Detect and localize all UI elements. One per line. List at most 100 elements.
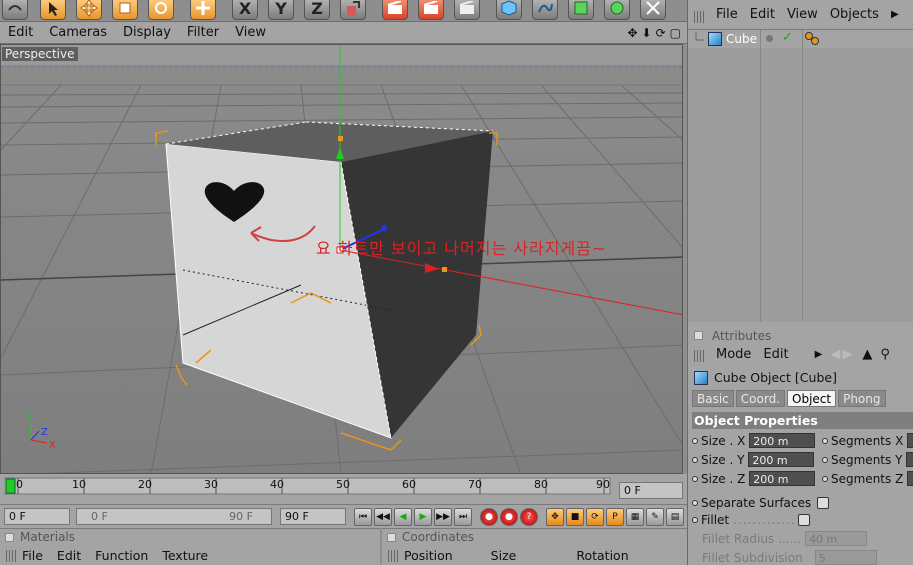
render-view-button[interactable] <box>382 0 408 20</box>
materials-title-bar: Materials <box>0 529 380 546</box>
viewport-menu-display[interactable]: Display <box>115 25 179 40</box>
om-menu-objects[interactable]: Objects <box>824 7 885 22</box>
dolly-icon[interactable]: ⬇ <box>642 26 652 40</box>
pan-icon[interactable]: ✥ <box>627 26 637 40</box>
tab-object[interactable]: Object <box>787 390 837 407</box>
cube-primitive-button[interactable] <box>496 0 522 20</box>
key-position-button[interactable]: ✥ <box>546 508 564 526</box>
current-frame-field[interactable]: 0 F <box>619 482 683 499</box>
go-to-start-button[interactable]: ⏮ <box>354 508 372 526</box>
autokey-button[interactable]: ● <box>500 508 518 526</box>
object-manager-menubar: File Edit View Objects ▶ <box>688 0 913 30</box>
fillet-radius-field[interactable]: 40 m <box>805 531 868 546</box>
deformer-button[interactable] <box>640 0 666 20</box>
om-menu-view[interactable]: View <box>781 7 824 22</box>
key-scale-button[interactable]: ■ <box>566 508 584 526</box>
tick-20: 20 <box>138 478 152 491</box>
materials-menu-texture[interactable]: Texture <box>162 546 208 565</box>
select-tool-button[interactable] <box>40 0 66 20</box>
materials-panel: Materials File Edit Function Texture <box>0 528 380 565</box>
next-key-button[interactable]: ▶▶ <box>434 508 452 526</box>
forward-arrow-icon[interactable]: ▶ <box>842 347 852 362</box>
undo-button[interactable] <box>2 0 28 20</box>
om-menu-file[interactable]: File <box>710 7 744 22</box>
animate-dot-icon[interactable] <box>692 437 698 444</box>
materials-menu-edit[interactable]: Edit <box>57 546 81 565</box>
back-arrow-icon[interactable]: ◀ <box>830 347 840 362</box>
go-to-end-button[interactable]: ⏭ <box>454 508 472 526</box>
end-frame-field[interactable]: 90 F <box>280 508 346 525</box>
animate-dot-icon[interactable] <box>822 456 828 463</box>
timeline-options-button[interactable]: ▤ <box>666 508 684 526</box>
rotate-tool-button[interactable] <box>148 0 174 20</box>
z-axis-lock-button[interactable]: Z <box>304 0 330 20</box>
viewport-menu-filter[interactable]: Filter <box>179 25 227 40</box>
record-button[interactable]: ● <box>480 508 498 526</box>
animate-dot-icon[interactable] <box>822 475 828 482</box>
tab-basic[interactable]: Basic <box>692 390 734 407</box>
coordinate-system-button[interactable] <box>340 0 366 20</box>
spline-button[interactable] <box>532 0 558 20</box>
size-x-field[interactable]: 200 m <box>749 433 816 448</box>
start-frame-field[interactable]: 0 F <box>4 508 70 525</box>
animate-dot-icon[interactable] <box>692 517 698 523</box>
axis-move-button[interactable] <box>190 0 216 20</box>
y-axis-lock-button[interactable]: Y <box>268 0 294 20</box>
object-row-cube[interactable]: Cube ✓ <box>688 30 913 322</box>
segments-y-field[interactable] <box>906 452 913 467</box>
separate-surfaces-checkbox[interactable] <box>817 497 830 509</box>
array-button[interactable] <box>604 0 630 20</box>
preview-range-slider[interactable]: 0 F 90 F <box>76 508 272 525</box>
pointer-icon[interactable]: ▲ <box>862 347 872 362</box>
key-rotation-button[interactable]: ⟳ <box>586 508 604 526</box>
om-menu-edit[interactable]: Edit <box>744 7 781 22</box>
tab-phong[interactable]: Phong <box>838 390 886 407</box>
tab-coord[interactable]: Coord. <box>735 390 785 407</box>
animate-dot-icon[interactable] <box>692 500 698 506</box>
fillet-subdivision-field[interactable]: 5 <box>814 550 877 565</box>
attr-menu-mode[interactable]: Mode <box>710 347 757 362</box>
viewport-menu-edit[interactable]: Edit <box>0 25 41 40</box>
timeline[interactable]: 0 10 20 30 40 50 60 70 80 90 0 F <box>0 474 687 504</box>
next-key-icon: ▶▶ <box>436 512 450 522</box>
more-arrow-icon[interactable]: ▶ <box>815 349 823 360</box>
nurbs-button[interactable] <box>568 0 594 20</box>
render-settings-button[interactable] <box>454 0 480 20</box>
key-pose-button[interactable]: ✎ <box>646 508 664 526</box>
tick-40: 40 <box>270 478 284 491</box>
object-list[interactable]: Cube ✓ <box>688 30 913 322</box>
perspective-viewport[interactable]: Y Z X Perspective 요 하트만 보이고 나머지는 사라지게끔~ <box>0 44 683 474</box>
visibility-dot-icon[interactable] <box>766 35 773 42</box>
fillet-checkbox[interactable] <box>797 514 810 526</box>
maximize-icon[interactable]: ▢ <box>670 26 681 40</box>
play-backward-button[interactable]: ◀ <box>394 508 412 526</box>
scale-tool-button[interactable] <box>112 0 138 20</box>
key-pla-button[interactable]: ▦ <box>626 508 644 526</box>
viewport-menu-cameras[interactable]: Cameras <box>41 25 115 40</box>
animate-dot-icon[interactable] <box>822 437 828 444</box>
animate-dot-icon[interactable] <box>692 456 698 463</box>
x-axis-lock-button[interactable]: X <box>232 0 258 20</box>
size-z-field[interactable]: 200 m <box>749 471 816 486</box>
more-arrow-icon[interactable]: ▶ <box>891 9 899 20</box>
separate-surfaces-label: Separate Surfaces <box>701 496 812 510</box>
tag-icon[interactable] <box>804 31 820 47</box>
size-y-field[interactable]: 200 m <box>748 452 815 467</box>
segments-x-field[interactable] <box>907 433 913 448</box>
render-picture-button[interactable] <box>418 0 444 20</box>
move-tool-button[interactable] <box>76 0 102 20</box>
animate-dot-icon[interactable] <box>692 475 698 482</box>
attr-menu-edit[interactable]: Edit <box>757 347 794 362</box>
segments-z-field[interactable] <box>907 471 913 486</box>
size-z-value: 200 m <box>753 473 789 486</box>
keyframe-selection-button[interactable]: ? <box>520 508 538 526</box>
play-forward-button[interactable]: ▶ <box>414 508 432 526</box>
materials-menu-file[interactable]: File <box>22 546 43 565</box>
search-icon[interactable]: ⚲ <box>880 347 890 362</box>
orbit-icon[interactable]: ⟳ <box>656 26 666 40</box>
key-param-button[interactable]: P <box>606 508 624 526</box>
previous-key-button[interactable]: ◀◀ <box>374 508 392 526</box>
enabled-check-icon[interactable]: ✓ <box>782 30 793 45</box>
viewport-menu-view[interactable]: View <box>227 25 274 40</box>
materials-menu-function[interactable]: Function <box>95 546 148 565</box>
